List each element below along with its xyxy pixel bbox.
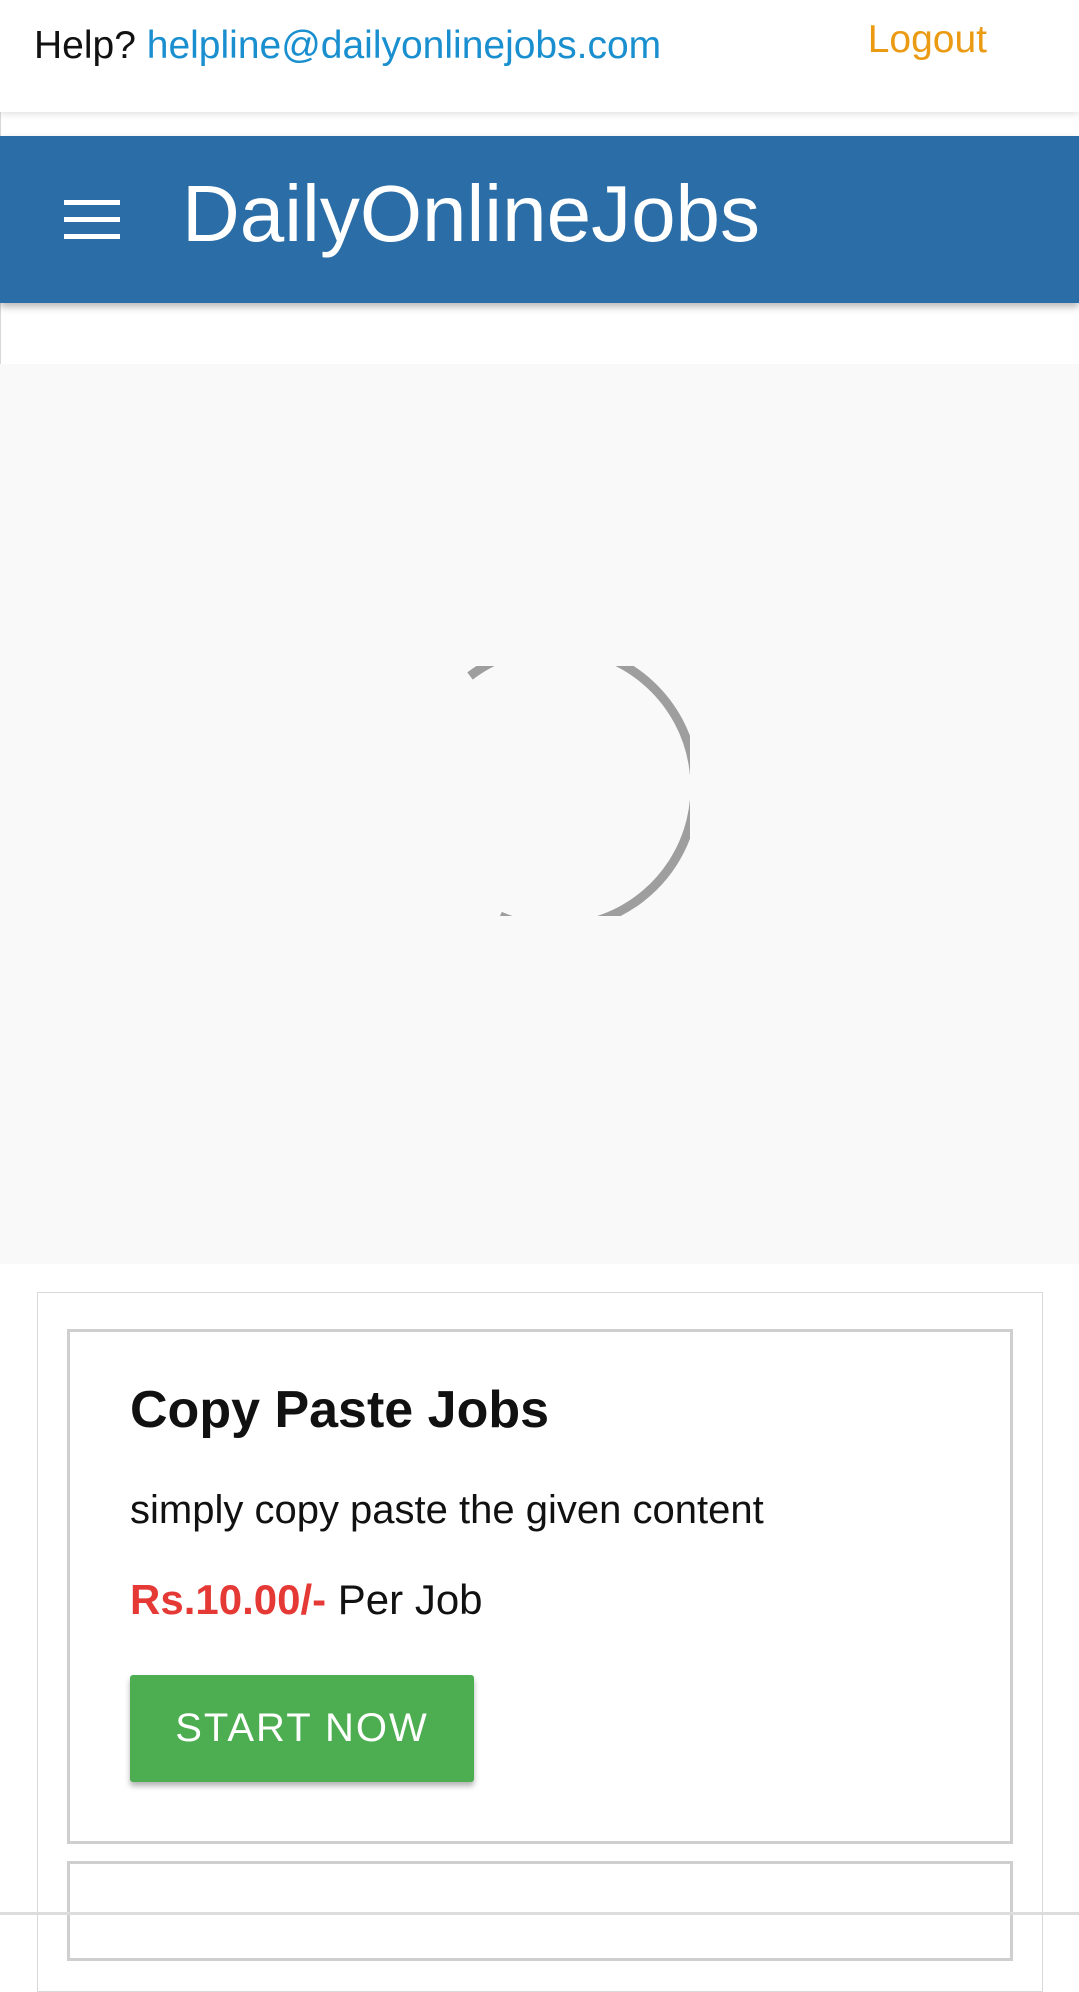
menu-line — [64, 200, 120, 205]
start-now-button[interactable]: START NOW — [130, 1675, 474, 1782]
job-card: Copy Paste Jobs simply copy paste the gi… — [67, 1329, 1013, 1844]
job-card-next — [67, 1861, 1013, 1961]
banner-loading-area — [0, 364, 1079, 1264]
logout-link[interactable]: Logout — [868, 18, 987, 62]
bottom-divider — [0, 1912, 1079, 1915]
help-bar: Help? helpline@dailyonlinejobs.com Logou… — [0, 0, 1079, 112]
job-title: Copy Paste Jobs — [130, 1381, 550, 1439]
menu-line — [64, 217, 120, 222]
job-price: Rs.10.00/- — [130, 1576, 327, 1623]
help-text: Help? helpline@dailyonlinejobs.com — [34, 24, 661, 68]
loading-spinner-icon — [467, 666, 690, 916]
help-email-link[interactable]: helpline@dailyonlinejobs.com — [147, 24, 661, 67]
menu-line — [64, 234, 120, 239]
job-price-row: Rs.10.00/- Per Job — [130, 1576, 483, 1624]
job-price-unit: Per Job — [337, 1576, 483, 1623]
hamburger-menu-icon[interactable] — [64, 200, 120, 240]
job-description: simply copy paste the given content — [130, 1488, 764, 1532]
brand-title: DailyOnlineJobs — [182, 169, 761, 258]
app-bar: DailyOnlineJobs — [0, 136, 1079, 303]
help-prefix: Help? — [34, 24, 136, 67]
